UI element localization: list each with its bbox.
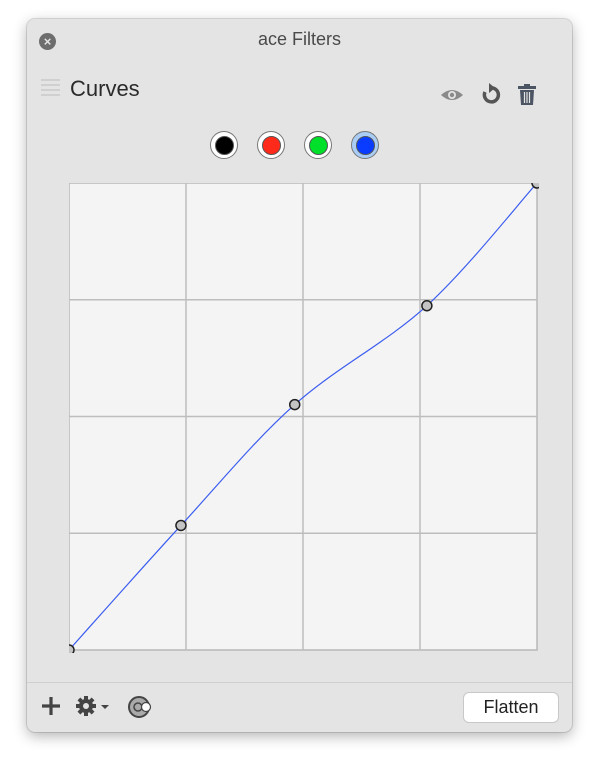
reset-icon[interactable] [478, 83, 502, 107]
channel-red-button[interactable] [257, 131, 285, 159]
chevron-down-icon [101, 705, 109, 709]
channel-blue-button[interactable] [351, 131, 379, 159]
blue-swatch [355, 135, 375, 155]
channel-green-button[interactable] [304, 131, 332, 159]
curves-graph[interactable] [69, 183, 539, 653]
channel-selector [210, 131, 379, 159]
filter-name: Curves [70, 76, 140, 101]
channel-black-button[interactable] [210, 131, 238, 159]
curve-control-point[interactable] [421, 299, 433, 312]
eye-icon[interactable] [440, 83, 464, 107]
filters-window: × ace Filters Curves Flatten [27, 19, 572, 732]
curve-control-point[interactable] [175, 519, 187, 532]
footer-divider [27, 682, 572, 683]
black-swatch [214, 135, 234, 155]
red-swatch [261, 135, 281, 155]
gear-icon[interactable] [75, 695, 111, 717]
drag-handle-icon[interactable] [41, 79, 60, 99]
curve-control-point[interactable] [288, 398, 301, 411]
mask-icon[interactable] [127, 695, 155, 719]
green-swatch [308, 135, 328, 155]
curve-control-point[interactable] [69, 644, 75, 653]
trash-icon[interactable] [515, 83, 539, 107]
plus-icon[interactable] [40, 695, 62, 717]
window-title: ace Filters [257, 29, 342, 49]
flatten-button[interactable]: Flatten [464, 693, 558, 722]
